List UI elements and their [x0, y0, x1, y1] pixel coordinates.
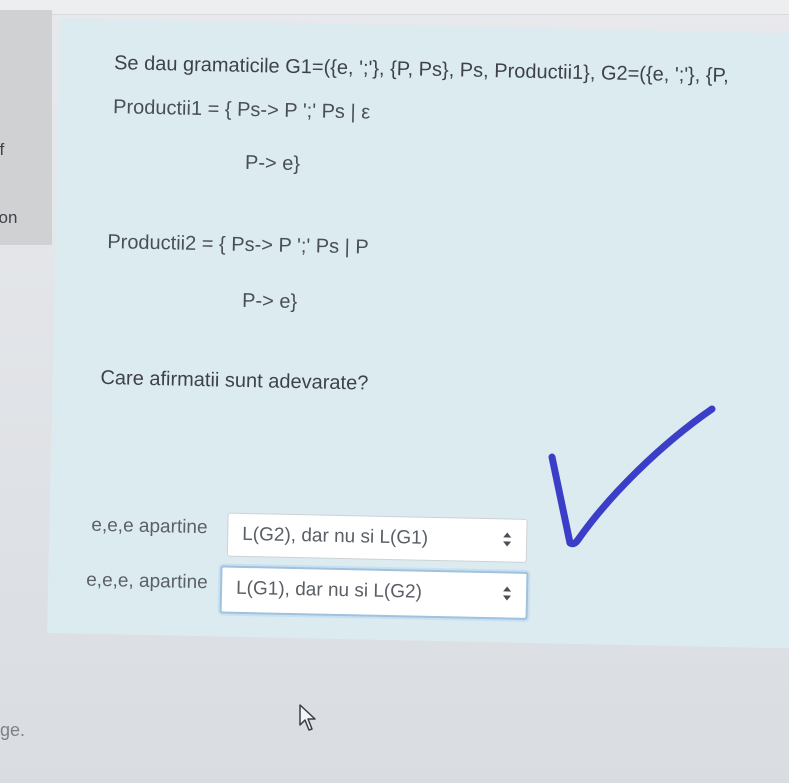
updown-arrows-icon	[503, 586, 512, 601]
mouse-cursor-icon	[299, 704, 316, 731]
productii1-line1: Productii1 = { Ps-> P ';' Ps | ε	[112, 96, 371, 124]
left-nav-drawer: of tion	[0, 10, 52, 245]
question-intro: Se dau gramaticile G1=({e, ';'}, {P, Ps}…	[113, 52, 730, 88]
nav-item-of[interactable]: of	[0, 140, 4, 160]
select-value: L(G1), dar nu si L(G2)	[235, 577, 423, 603]
answer-select[interactable]: L(G1), dar nu si L(G2)	[219, 565, 529, 620]
screen-photo: of tion ge. Se dau gramaticile G1=({e, '…	[0, 0, 789, 783]
top-bar	[0, 0, 789, 15]
productii2-line2: P-> e}	[241, 289, 298, 314]
nav-footer-label: ge.	[0, 720, 26, 740]
question-prompt: Care afirmatii sunt adevarate?	[100, 366, 369, 395]
answer-label: e,e,e apartine	[91, 514, 208, 539]
select-value: L(G2), dar nu si L(G1)	[242, 523, 429, 549]
checkmark-icon	[548, 405, 716, 548]
productii2-line1: Productii2 = { Ps-> P ';' Ps | P	[107, 231, 369, 259]
nav-item-tion[interactable]: tion	[0, 208, 17, 228]
updown-arrows-icon	[503, 532, 512, 547]
productii1-line2: P-> e}	[244, 151, 301, 176]
answer-label: e,e,e, apartine	[86, 569, 208, 594]
answer-select[interactable]: L(G2), dar nu si L(G1)	[226, 512, 528, 563]
